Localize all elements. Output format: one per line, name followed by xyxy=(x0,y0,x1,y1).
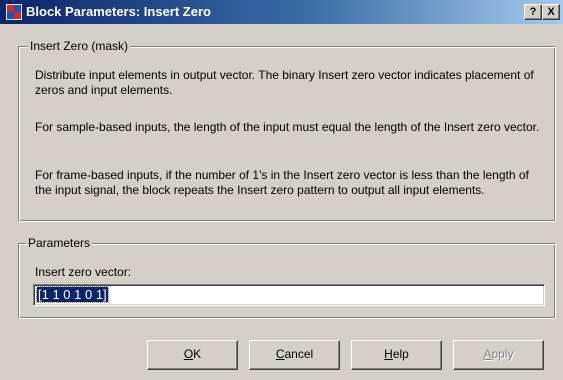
ok-mnemonic: O xyxy=(183,347,194,361)
insert-zero-vector-label: Insert zero vector: xyxy=(35,265,132,279)
help-mnemonic: H xyxy=(384,347,393,361)
parameters-group-legend: Parameters xyxy=(26,236,93,250)
cancel-button[interactable]: Cancel xyxy=(249,340,340,370)
mask-group-legend: Insert Zero (mask) xyxy=(28,39,131,53)
apply-button[interactable]: Apply xyxy=(453,340,544,370)
ok-button[interactable]: OK xyxy=(147,340,238,370)
block-parameters-dialog: Block Parameters: Insert Zero ? X Insert… xyxy=(0,0,563,380)
help-title-button[interactable]: ? xyxy=(524,4,542,20)
apply-mnemonic: A xyxy=(483,347,492,361)
parameters-group xyxy=(18,243,556,319)
close-button[interactable]: X xyxy=(542,4,560,20)
simulink-block-icon xyxy=(6,4,22,20)
window-title: Block Parameters: Insert Zero xyxy=(26,4,211,19)
help-label-rest: elp xyxy=(392,347,409,361)
apply-label-rest: pply xyxy=(491,347,514,361)
description-paragraph-1: Distribute input elements in output vect… xyxy=(35,68,534,97)
description-paragraph-2: For sample-based inputs, the length of t… xyxy=(35,120,540,134)
title-bar[interactable]: Block Parameters: Insert Zero ? X xyxy=(0,0,563,24)
insert-zero-vector-input[interactable]: [1 1 0 1 0 1] xyxy=(33,284,545,306)
description-paragraph-3: For frame-based inputs, if the number of… xyxy=(35,168,529,197)
cancel-label-rest: ancel xyxy=(284,347,314,361)
help-button[interactable]: Help xyxy=(351,340,442,370)
ok-label-rest: K xyxy=(193,347,202,361)
insert-zero-vector-value: [1 1 0 1 0 1] xyxy=(36,286,109,303)
